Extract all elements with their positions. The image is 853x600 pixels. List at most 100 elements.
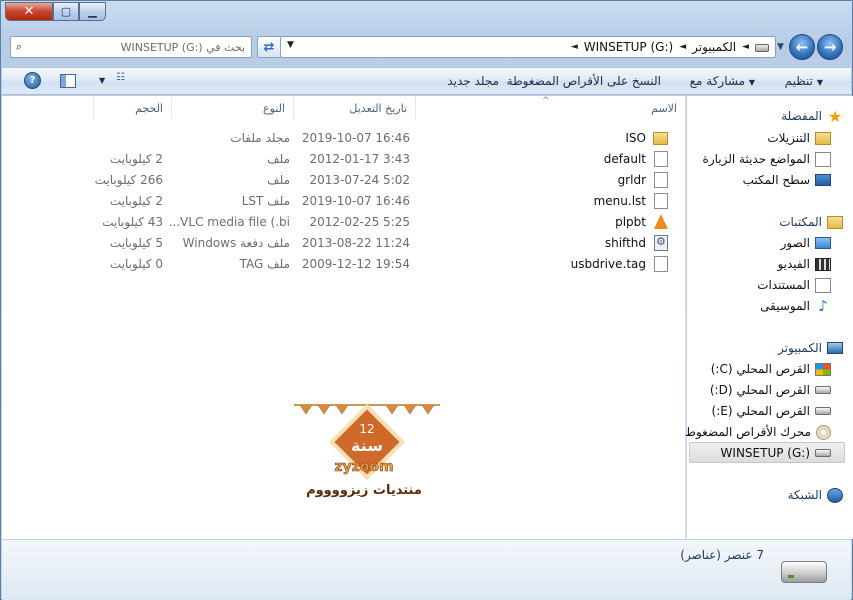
star-icon: ★ <box>827 106 843 126</box>
nav-item-label: الصور <box>780 236 810 250</box>
file-size: 2 كيلوبايت <box>109 152 163 166</box>
nav-item-drive-c[interactable]: القرص المحلي (C:) <box>711 359 831 379</box>
change-view-icon[interactable]: ☷ <box>116 73 132 88</box>
help-icon[interactable]: ? <box>24 72 41 89</box>
file-name: ISO <box>625 131 646 145</box>
column-header-type[interactable]: النوع <box>171 96 293 120</box>
nav-network[interactable]: الشبكة <box>788 485 843 505</box>
file-name: grldr <box>617 173 646 187</box>
breadcrumb-separator[interactable]: ◄ <box>679 42 686 52</box>
file-type: ملف TAG <box>239 257 290 271</box>
file-type: مجلد ملفات <box>230 131 290 145</box>
table-row[interactable]: default 2012-01-17 3:43 ملف 2 كيلوبايت <box>2 149 686 170</box>
burn-button[interactable]: النسخ على الأقراص المضغوطة <box>507 74 661 88</box>
pictures-icon <box>815 237 831 249</box>
nav-item-downloads[interactable]: التنزيلات <box>767 128 831 148</box>
nav-item-label: المواضع حديثة الزيارة <box>702 152 810 166</box>
maximize-button[interactable]: ▢ <box>53 2 79 21</box>
search-input[interactable] <box>45 39 245 55</box>
arrow-right-icon: → <box>823 38 837 56</box>
nav-item-label: WINSETUP (G:) <box>720 446 810 460</box>
close-button[interactable]: ✕ <box>5 2 53 21</box>
vlc-cone-icon <box>654 214 668 229</box>
search-box[interactable]: ⌕ <box>10 36 252 58</box>
navigation-pane: ★ المفضلة التنزيلات المواضع حديثة الزيار… <box>685 96 853 539</box>
nav-item-drive-d[interactable]: القرص المحلي (D:) <box>710 380 831 400</box>
file-name: plpbt <box>615 215 646 229</box>
table-row[interactable]: plpbt 2012-02-25 5:25 VLC media file (.b… <box>2 212 686 233</box>
table-row[interactable]: grldr 2013-07-24 5:02 ملف 266 كيلوبايت <box>2 170 686 191</box>
file-date: 2012-01-17 3:43 <box>309 152 411 166</box>
nav-item-winsetup[interactable]: WINSETUP (G:) <box>721 443 831 463</box>
nav-computer[interactable]: الكمبيوتر <box>778 338 843 358</box>
file-type: ملف LST <box>241 194 290 208</box>
explorer-window: ✕ ▢ ▁ → ← ▼ ▼ ◄ الكمبيوتر ◄ WINSETUP (G:… <box>0 0 853 600</box>
address-history-dropdown[interactable]: ▼ <box>287 40 294 50</box>
file-size: 5 كيلوبايت <box>109 236 163 250</box>
table-row[interactable]: shifthd 2013-08-22 11:24 ملف دفعة Window… <box>2 233 686 254</box>
sort-ascending-icon: ^ <box>542 96 550 106</box>
new-folder-button[interactable]: مجلد جديد <box>447 74 499 88</box>
nav-item-pictures[interactable]: الصور <box>781 233 831 253</box>
breadcrumb-computer[interactable]: الكمبيوتر <box>692 40 736 54</box>
logo-word: سنة <box>351 436 383 455</box>
nav-favorites-label: المفضلة <box>781 109 822 123</box>
file-date: 2009-12-12 19:54 <box>301 257 410 271</box>
table-row[interactable]: ISO 2019-10-07 16:46 مجلد ملفات <box>2 128 686 149</box>
recent-pages-dropdown[interactable]: ▼ <box>777 42 784 52</box>
preview-pane-icon[interactable] <box>60 74 76 88</box>
back-button[interactable]: → <box>817 34 843 60</box>
breadcrumb-drive[interactable]: WINSETUP (G:) <box>584 40 673 54</box>
nav-network-label: الشبكة <box>787 488 822 502</box>
nav-libraries-label: المكتبات <box>779 215 822 229</box>
nav-item-music[interactable]: ♪ الموسيقى <box>760 296 831 316</box>
table-row[interactable]: menu.lst 2019-10-07 16:46 ملف LST 2 كيلو… <box>2 191 686 212</box>
file-date: 2013-08-22 11:24 <box>301 236 410 250</box>
nav-item-desktop[interactable]: سطح المكتب <box>743 170 831 190</box>
nav-item-label: القرص المحلي (E:) <box>711 404 810 418</box>
minimize-button[interactable]: ▁ <box>79 2 106 21</box>
command-bar: تنظيم ▼ مشاركة مع ▼ النسخ على الأقراص ال… <box>2 67 851 95</box>
nav-libraries[interactable]: المكتبات <box>779 212 843 232</box>
column-header-date[interactable]: تاريخ التعديل <box>293 96 415 120</box>
details-pane: 7 عنصر (عناصر) <box>2 539 851 600</box>
file-name: shifthd <box>604 236 646 250</box>
breadcrumb-separator[interactable]: ◄ <box>742 42 749 52</box>
file-icon <box>654 151 668 167</box>
desktop-icon <box>815 174 831 186</box>
address-bar[interactable]: ▼ ◄ الكمبيوتر ◄ WINSETUP (G:) ◄ <box>280 36 776 58</box>
share-with-menu[interactable]: مشاركة مع ▼ <box>690 74 759 88</box>
videos-icon <box>815 257 831 271</box>
nav-favorites[interactable]: ★ المفضلة <box>781 106 843 126</box>
window-caption-buttons: ✕ ▢ ▁ <box>5 2 106 21</box>
nav-item-dvd-drive[interactable]: محرك الأقراص المضغوط <box>685 422 831 442</box>
column-header-name[interactable]: الاسم <box>415 96 685 120</box>
column-header-size[interactable]: الحجم <box>93 96 171 120</box>
organize-menu[interactable]: تنظيم ▼ <box>785 74 827 88</box>
nav-item-documents[interactable]: المستندات <box>757 275 831 295</box>
refresh-button[interactable]: ⇄ <box>257 36 281 58</box>
nav-item-recent-places[interactable]: المواضع حديثة الزيارة <box>703 149 831 169</box>
network-icon <box>827 487 843 503</box>
breadcrumb-separator[interactable]: ◄ <box>571 42 578 52</box>
views-dropdown[interactable]: ▼ <box>99 76 105 85</box>
nav-item-label: التنزيلات <box>767 131 810 145</box>
file-icon <box>654 256 668 272</box>
arrow-left-icon: ← <box>795 38 809 56</box>
file-icon <box>654 193 668 209</box>
documents-icon <box>815 277 831 293</box>
share-with-label: مشاركة مع <box>689 74 746 88</box>
downloads-folder-icon <box>815 131 831 145</box>
nav-item-videos[interactable]: الفيديو <box>777 254 831 274</box>
file-size: 266 كيلوبايت <box>94 173 163 187</box>
breadcrumb: ◄ الكمبيوتر ◄ WINSETUP (G:) ◄ <box>571 40 769 54</box>
item-count: 7 عنصر (عناصر) <box>680 548 764 562</box>
hard-drive-icon <box>815 407 831 415</box>
usb-drive-icon <box>781 561 827 583</box>
search-icon[interactable]: ⌕ <box>16 40 22 54</box>
refresh-icon: ⇄ <box>263 39 275 55</box>
nav-item-drive-e[interactable]: القرص المحلي (E:) <box>712 401 831 421</box>
forward-button[interactable]: ← <box>789 34 815 60</box>
file-list[interactable]: الاسم تاريخ التعديل النوع الحجم ^ ISO 20… <box>2 96 686 539</box>
table-row[interactable]: usbdrive.tag 2009-12-12 19:54 ملف TAG 0 … <box>2 254 686 275</box>
